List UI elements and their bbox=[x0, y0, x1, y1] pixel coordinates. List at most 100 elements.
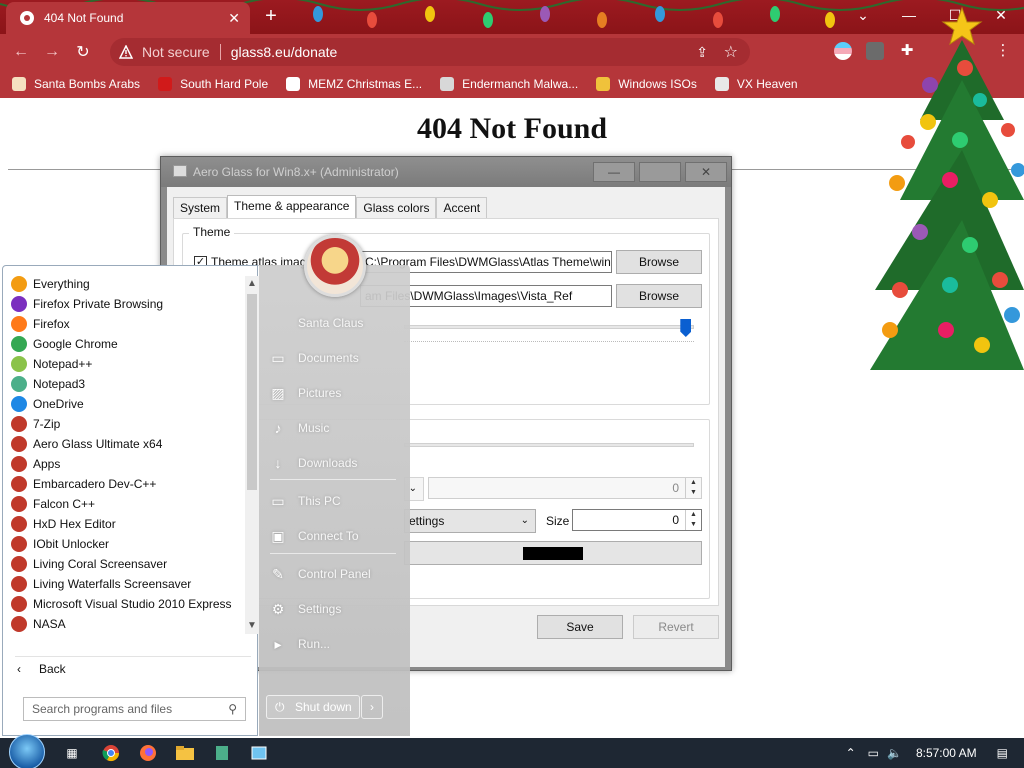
taskbar: ▦ ⌃ ▭ 🔈 8:57:00 AM ▤ bbox=[0, 734, 1024, 768]
menu-item-this-pc[interactable]: ▭ This PC bbox=[270, 491, 340, 511]
search-placeholder: Search programs and files bbox=[32, 702, 173, 716]
network-icon[interactable]: ▭ bbox=[868, 746, 879, 760]
spin-value: 0 bbox=[672, 481, 679, 495]
spin-arrows-icon[interactable]: ▲ ▼ bbox=[685, 478, 701, 498]
tab-glass-colors[interactable]: Glass colors bbox=[356, 197, 437, 219]
computer-icon: ▭ bbox=[271, 493, 285, 509]
browse-button[interactable]: Browse bbox=[616, 250, 702, 274]
program-label: 7-Zip bbox=[33, 417, 61, 431]
program-list-item[interactable]: Firefox bbox=[11, 314, 70, 334]
program-list-item[interactable]: Living Coral Screensaver bbox=[11, 554, 167, 574]
shutdown-options-button[interactable]: › bbox=[361, 695, 383, 719]
bookmark-item[interactable]: Windows ISOs bbox=[596, 77, 697, 91]
volume-icon[interactable]: 🔈 bbox=[887, 746, 902, 760]
url-text[interactable]: glass8.eu/donate bbox=[231, 44, 338, 60]
user-avatar[interactable] bbox=[304, 235, 366, 297]
firefox-icon[interactable] bbox=[138, 743, 158, 763]
reload-icon[interactable]: ↻ bbox=[73, 42, 93, 62]
program-list-item[interactable]: Apps bbox=[11, 454, 60, 474]
bookmark-star-icon[interactable]: ☆ bbox=[724, 42, 738, 62]
new-tab-button[interactable]: + bbox=[262, 6, 280, 26]
share-icon[interactable]: ⇪ bbox=[696, 44, 708, 61]
forward-arrow-icon[interactable]: → bbox=[42, 42, 62, 62]
bookmark-item[interactable]: VX Heaven bbox=[714, 77, 798, 91]
menu-item-label: Control Panel bbox=[298, 567, 371, 581]
program-label: NASA bbox=[33, 617, 66, 631]
program-list-item[interactable]: Microsoft Visual Studio 2010 Express bbox=[11, 594, 232, 614]
program-label: Apps bbox=[33, 457, 61, 471]
menu-item-documents[interactable]: ▭ Documents bbox=[270, 348, 358, 368]
program-list-item[interactable]: Aero Glass Ultimate x64 bbox=[11, 434, 162, 454]
program-list-item[interactable]: HxD Hex Editor bbox=[11, 514, 116, 534]
menu-item-music[interactable]: ♪ Music bbox=[270, 418, 330, 438]
save-button[interactable]: Save bbox=[537, 615, 623, 639]
close-tab-icon[interactable]: ✕ bbox=[228, 10, 240, 27]
search-icon[interactable]: ⚲ bbox=[228, 698, 237, 720]
spin-arrows-icon[interactable]: ▲ ▼ bbox=[685, 510, 701, 530]
menu-item-connect-to[interactable]: ▣ Connect To bbox=[270, 526, 358, 546]
file-explorer-icon[interactable] bbox=[175, 743, 195, 763]
opacity-slider-track[interactable] bbox=[404, 325, 694, 329]
program-list-item[interactable]: Google Chrome bbox=[11, 334, 118, 354]
tab-accent[interactable]: Accent bbox=[436, 197, 488, 219]
bookmark-item[interactable]: Santa Bombs Arabs bbox=[12, 77, 140, 91]
security-label[interactable]: Not secure bbox=[142, 44, 210, 60]
disabled-spin-field[interactable]: 0 ▲ ▼ bbox=[428, 477, 702, 499]
chevron-up-icon[interactable]: ⌃ bbox=[846, 746, 856, 760]
program-list-item[interactable]: Living Waterfalls Screensaver bbox=[11, 574, 191, 594]
program-list-item[interactable]: NASA bbox=[11, 614, 66, 634]
scrollbar-thumb[interactable] bbox=[247, 294, 257, 490]
scroll-up-icon[interactable]: ▲ bbox=[247, 278, 257, 289]
warning-triangle-icon[interactable] bbox=[118, 44, 134, 60]
color-picker-button[interactable] bbox=[404, 541, 702, 565]
program-list-item[interactable]: Notepad3 bbox=[11, 374, 85, 394]
back-arrow-icon[interactable]: ← bbox=[11, 42, 31, 62]
program-list-item[interactable]: Everything bbox=[11, 274, 90, 294]
bookmark-item[interactable]: South Hard Pole bbox=[158, 77, 268, 91]
notepad3-icon[interactable] bbox=[212, 743, 232, 763]
address-bar[interactable]: Not secure glass8.eu/donate ⇪ ☆ bbox=[110, 38, 750, 66]
program-icon bbox=[11, 496, 27, 512]
dialog-minimize-button[interactable]: — bbox=[593, 162, 635, 182]
tab-theme-appearance[interactable]: Theme & appearance bbox=[227, 195, 357, 219]
size-spin-field[interactable]: 0 ▲ ▼ bbox=[572, 509, 702, 531]
chrome-icon[interactable] bbox=[101, 743, 121, 763]
menu-item-downloads[interactable]: ↓ Downloads bbox=[270, 453, 358, 473]
program-list-item[interactable]: Notepad++ bbox=[11, 354, 92, 374]
clock[interactable]: 8:57:00 AM bbox=[916, 746, 977, 760]
start-orb-icon[interactable] bbox=[9, 734, 45, 768]
program-list-item[interactable]: Embarcadero Dev-C++ bbox=[11, 474, 156, 494]
dialog-close-button[interactable]: ✕ bbox=[685, 162, 727, 182]
font-settings-combo[interactable]: ettings ⌄ bbox=[404, 509, 536, 533]
tab-strip: System Theme & appearance Glass colors A… bbox=[173, 195, 488, 219]
menu-item-pictures[interactable]: ▨ Pictures bbox=[270, 383, 341, 403]
secondary-slider-track[interactable] bbox=[404, 443, 694, 447]
browser-tab[interactable]: 404 Not Found ✕ bbox=[6, 2, 250, 34]
program-list-item[interactable]: 7-Zip bbox=[11, 414, 60, 434]
user-icon bbox=[270, 315, 286, 331]
dialog-maximize-button[interactable] bbox=[639, 162, 681, 182]
browse-button-2[interactable]: Browse bbox=[616, 284, 702, 308]
dialog-title: Aero Glass for Win8.x+ (Administrator) bbox=[193, 165, 399, 179]
program-list-item[interactable]: Falcon C++ bbox=[11, 494, 95, 514]
bookmark-item[interactable]: MEMZ Christmas E... bbox=[286, 77, 422, 91]
tab-system[interactable]: System bbox=[173, 197, 228, 219]
menu-item-user[interactable]: Santa Claus bbox=[270, 313, 363, 333]
shutdown-button[interactable]: ⏻ Shut down bbox=[266, 695, 360, 719]
menu-item-settings[interactable]: ⚙ Settings bbox=[270, 599, 342, 619]
bookmark-item[interactable]: Endermanch Malwa... bbox=[440, 77, 578, 91]
program-list-item[interactable]: Firefox Private Browsing bbox=[11, 294, 163, 314]
revert-button[interactable]: Revert bbox=[633, 615, 719, 639]
task-view-icon[interactable]: ▦ bbox=[62, 743, 82, 763]
menu-item-control-panel[interactable]: ✎ Control Panel bbox=[270, 564, 371, 584]
notifications-icon[interactable]: ▤ bbox=[997, 746, 1008, 760]
extension-flag-icon[interactable] bbox=[834, 42, 852, 60]
search-input[interactable]: Search programs and files ⚲ bbox=[23, 697, 246, 721]
back-label: Back bbox=[39, 662, 66, 676]
aero-glass-app-icon[interactable] bbox=[249, 743, 269, 763]
back-button[interactable]: ‹ Back bbox=[17, 662, 66, 676]
program-list-item[interactable]: OneDrive bbox=[11, 394, 84, 414]
scroll-down-icon[interactable]: ▼ bbox=[247, 620, 257, 631]
menu-item-run[interactable]: ▸ Run... bbox=[270, 634, 330, 654]
program-list-item[interactable]: IObit Unlocker bbox=[11, 534, 109, 554]
